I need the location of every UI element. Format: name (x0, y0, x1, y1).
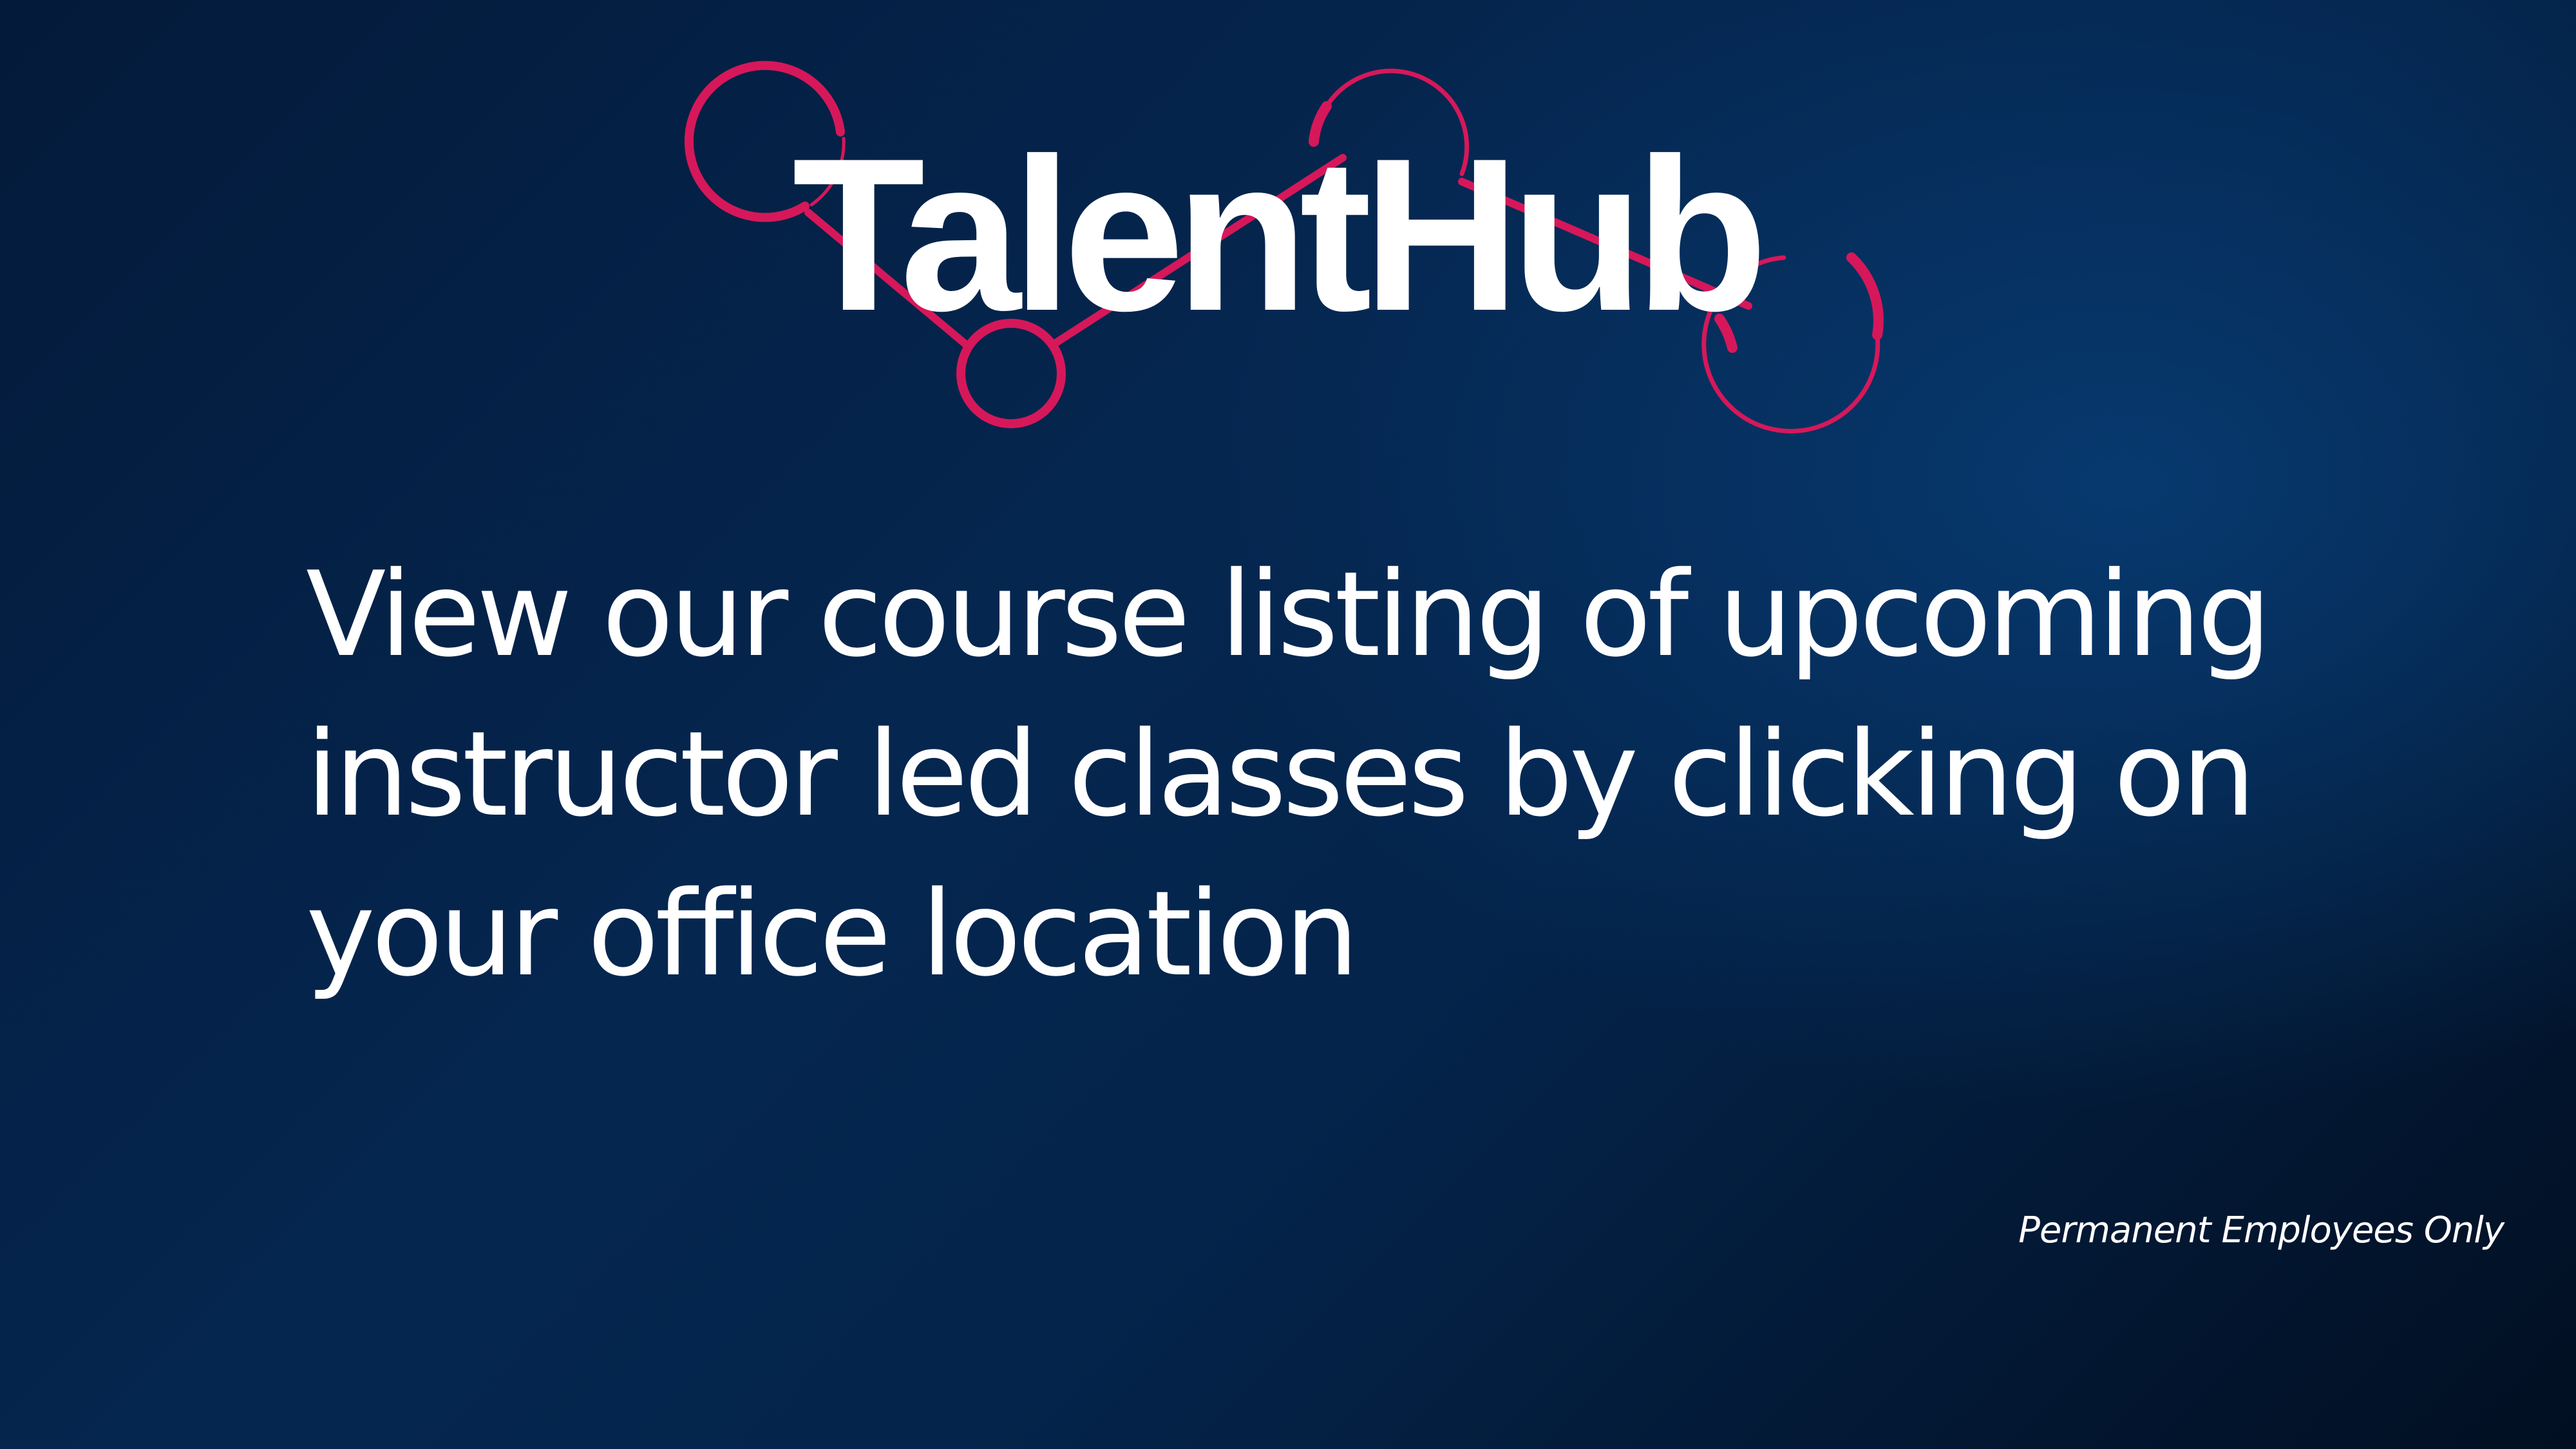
headline-line: instructor led classes by clicking on (306, 706, 2256, 842)
promo-banner[interactable]: TalentHub View our course listing of upc… (0, 0, 2576, 1449)
brand-logo-text: TalentHub (792, 113, 1768, 356)
headline-line: View our course listing of upcoming (306, 546, 2271, 683)
headline-line: your office location (306, 866, 1359, 1002)
headline[interactable]: View our course listing of upcoming inst… (306, 535, 2367, 1014)
eligibility-note: Permanent Employees Only (2018, 1209, 2505, 1251)
